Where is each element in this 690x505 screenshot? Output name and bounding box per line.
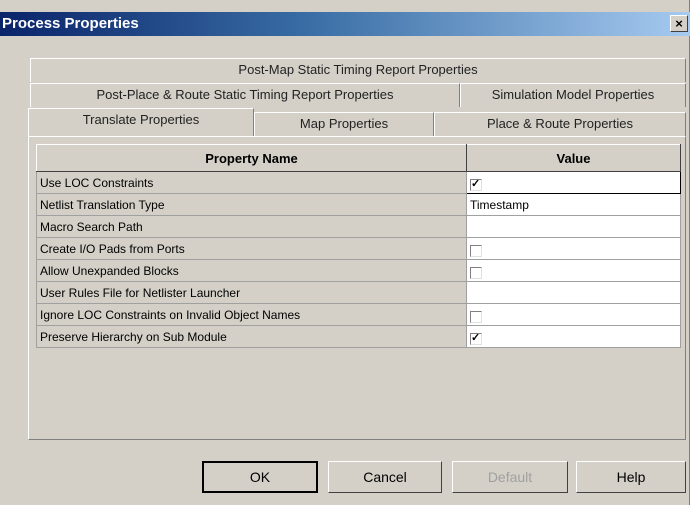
table-row[interactable]: Allow Unexpanded Blocks bbox=[36, 259, 681, 282]
property-name: Create I/O Pads from Ports bbox=[36, 237, 467, 260]
property-value[interactable]: Timestamp bbox=[466, 193, 681, 216]
help-button[interactable]: Help bbox=[576, 461, 686, 493]
property-value[interactable] bbox=[466, 237, 681, 260]
close-icon: × bbox=[675, 16, 683, 31]
property-value[interactable] bbox=[466, 171, 681, 194]
property-name: Use LOC Constraints bbox=[36, 171, 467, 194]
property-name: Allow Unexpanded Blocks bbox=[36, 259, 467, 282]
checkbox[interactable] bbox=[470, 310, 482, 323]
tab-label: Post-Place & Route Static Timing Report … bbox=[96, 87, 394, 102]
tab-label: Translate Properties bbox=[82, 112, 200, 127]
table-row[interactable]: Macro Search Path bbox=[36, 215, 681, 238]
table-row[interactable]: Preserve Hierarchy on Sub Module bbox=[36, 325, 681, 348]
property-value[interactable] bbox=[466, 259, 681, 282]
checkbox[interactable] bbox=[470, 177, 482, 191]
tab-translate[interactable]: Translate Properties bbox=[28, 108, 254, 136]
tab-place-route[interactable]: Place & Route Properties bbox=[434, 112, 686, 136]
tab-label: Post-Map Static Timing Report Properties bbox=[238, 62, 478, 77]
tab-label: Place & Route Properties bbox=[487, 116, 633, 131]
process-properties-dialog: Process Properties × Post-Map Static Tim… bbox=[0, 0, 690, 505]
column-header-value[interactable]: Value bbox=[466, 144, 681, 172]
ok-button[interactable]: OK bbox=[202, 461, 318, 493]
property-name: User Rules File for Netlister Launcher bbox=[36, 281, 467, 304]
checkbox[interactable] bbox=[470, 331, 482, 345]
title-bar[interactable]: Process Properties × bbox=[0, 12, 690, 36]
tab-label: Map Properties bbox=[299, 116, 389, 131]
property-name: Macro Search Path bbox=[36, 215, 467, 238]
column-header-property-name[interactable]: Property Name bbox=[36, 144, 467, 172]
table-row[interactable]: Create I/O Pads from Ports bbox=[36, 237, 681, 260]
property-value[interactable] bbox=[466, 303, 681, 326]
property-name: Preserve Hierarchy on Sub Module bbox=[36, 325, 467, 348]
property-name: Netlist Translation Type bbox=[36, 193, 467, 216]
tab-label: Simulation Model Properties bbox=[491, 87, 655, 102]
property-grid: Property Name Value Use LOC Constraints … bbox=[36, 144, 681, 348]
property-value[interactable] bbox=[466, 215, 681, 238]
table-row[interactable]: Netlist Translation Type Timestamp bbox=[36, 193, 681, 216]
table-row[interactable]: User Rules File for Netlister Launcher bbox=[36, 281, 681, 304]
tab-simulation-model[interactable]: Simulation Model Properties bbox=[460, 83, 686, 107]
property-value[interactable] bbox=[466, 281, 681, 304]
dialog-title: Process Properties bbox=[2, 15, 139, 32]
table-row[interactable]: Use LOC Constraints bbox=[36, 171, 681, 194]
property-value[interactable] bbox=[466, 325, 681, 348]
tab-post-map-static-timing[interactable]: Post-Map Static Timing Report Properties bbox=[30, 58, 686, 82]
checkbox[interactable] bbox=[470, 266, 482, 279]
table-row[interactable]: Ignore LOC Constraints on Invalid Object… bbox=[36, 303, 681, 326]
close-button[interactable]: × bbox=[670, 15, 688, 32]
default-button[interactable]: Default bbox=[452, 461, 568, 493]
checkbox[interactable] bbox=[470, 244, 482, 257]
tab-post-place-route-static-timing[interactable]: Post-Place & Route Static Timing Report … bbox=[30, 83, 460, 107]
cancel-button[interactable]: Cancel bbox=[328, 461, 442, 493]
property-name: Ignore LOC Constraints on Invalid Object… bbox=[36, 303, 467, 326]
tab-map[interactable]: Map Properties bbox=[254, 112, 434, 136]
